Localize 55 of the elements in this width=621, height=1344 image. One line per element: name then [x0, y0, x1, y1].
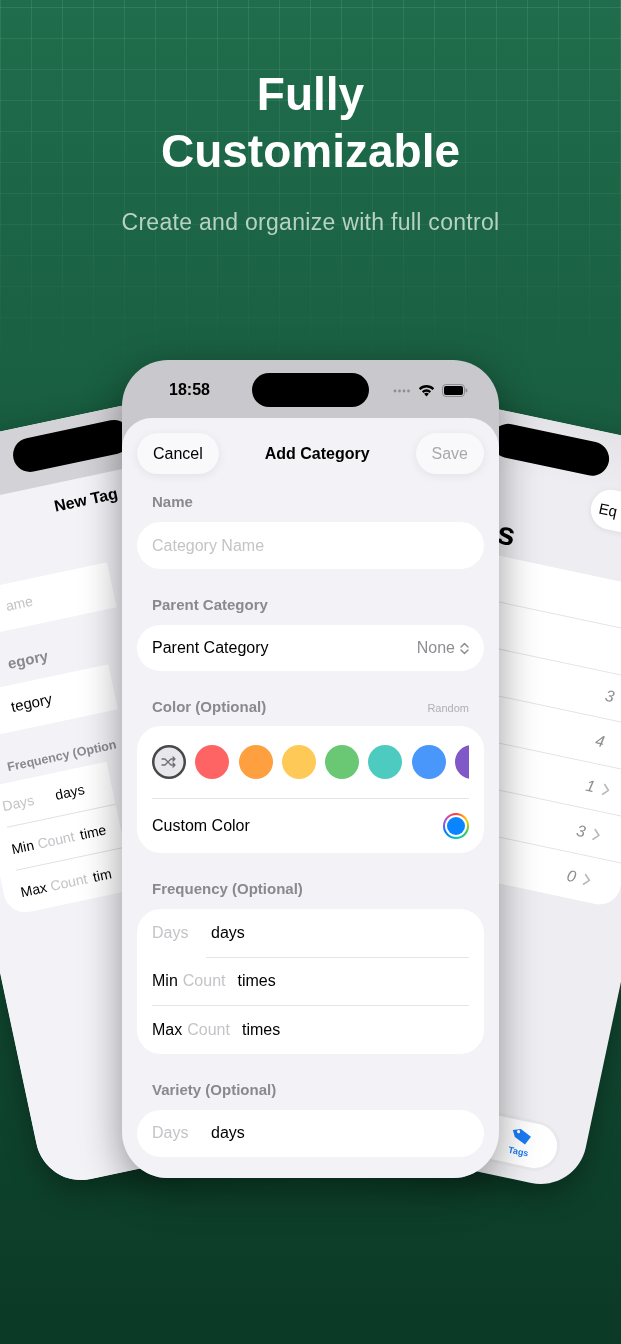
unit-label: times [237, 972, 276, 991]
unit-label: days [53, 780, 86, 803]
unit-label: days [211, 923, 245, 942]
count-label: 0 [565, 866, 578, 886]
color-swatch[interactable] [325, 745, 360, 779]
section-header: Name [152, 492, 193, 512]
unit-label: days [211, 1124, 245, 1143]
color-swatch[interactable] [281, 745, 316, 779]
tags-tab[interactable]: Tags [506, 1123, 535, 1159]
color-swatch[interactable] [368, 745, 403, 779]
sheet-title: Add Category [264, 444, 370, 463]
random-color-button[interactable] [152, 745, 186, 779]
parent-category-picker[interactable]: Parent Category None [137, 625, 484, 671]
shuffle-icon [161, 756, 177, 768]
section-header: Frequency (Optional) [152, 879, 303, 899]
screen-title: s [493, 514, 519, 554]
screen-title: New Tag [52, 484, 120, 516]
headline-subtitle: Create and organize with full control [120, 208, 501, 237]
color-swatch[interactable] [195, 745, 230, 779]
row-label: Min [9, 836, 36, 857]
color-picker[interactable] [443, 813, 469, 839]
color-swatch[interactable] [411, 745, 446, 779]
headline-title: Fully Customizable [159, 67, 461, 179]
wifi-icon [418, 384, 435, 397]
cancel-button[interactable]: Cancel [137, 433, 219, 474]
input-field[interactable]: Count [187, 1020, 230, 1039]
input-field[interactable]: Count [182, 972, 226, 991]
updown-chevron-icon [460, 641, 469, 655]
input-field[interactable]: Days [152, 1124, 200, 1143]
unit-label: times [241, 1020, 281, 1039]
row-label: Max [152, 1020, 183, 1039]
section-header: Parent Category [152, 595, 268, 615]
signal-icon [393, 388, 411, 393]
section-header: Variety (Optional) [152, 1079, 277, 1100]
status-time: 18:58 [169, 381, 210, 399]
input-field[interactable]: Count [35, 827, 76, 852]
section-header: Frequency (Option [6, 737, 118, 775]
count-label: 4 [593, 731, 607, 751]
input-field[interactable]: Count [48, 869, 89, 894]
custom-color-label: Custom Color [152, 817, 250, 835]
battery-icon [442, 384, 468, 397]
section-header: egory [6, 646, 50, 672]
count-label: 3 [574, 821, 588, 841]
row-label: Min [152, 972, 178, 991]
input-field[interactable]: Days [0, 788, 51, 814]
color-swatch[interactable] [238, 745, 273, 779]
name-field[interactable]: Category Name [137, 522, 484, 569]
unit-label: tim [91, 864, 113, 885]
random-label: Random [427, 702, 469, 714]
unit-label: time [78, 820, 108, 843]
count-label: 3 [603, 686, 616, 706]
row-label: Max [19, 878, 49, 900]
section-header: Color (Optional) [152, 697, 267, 717]
count-label: 1 [584, 776, 597, 796]
input-field[interactable]: Days [152, 923, 200, 942]
